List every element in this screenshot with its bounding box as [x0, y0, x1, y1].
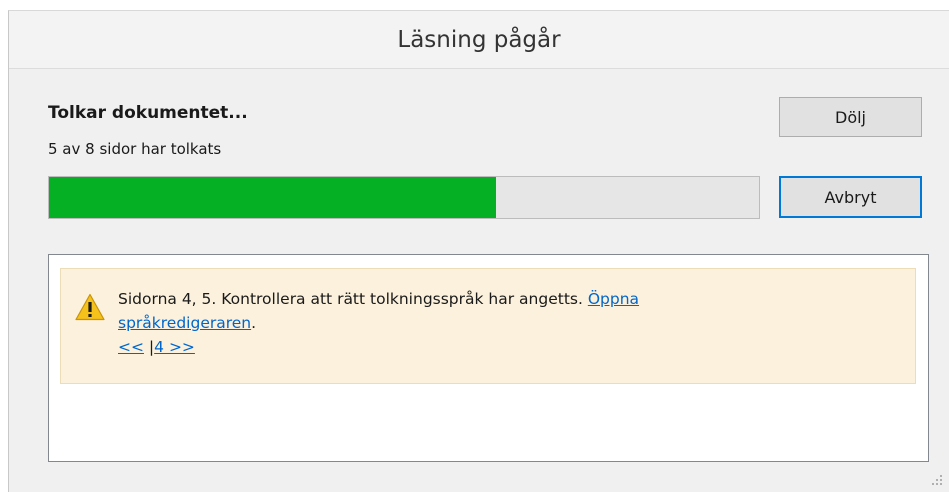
- previous-page-link[interactable]: <<: [118, 338, 144, 356]
- open-language-editor-link-part2[interactable]: språkredigeraren: [118, 314, 251, 332]
- progress-dialog: Läsning pågår Tolkar dokumentet... 5 av …: [8, 10, 949, 492]
- window-title: Läsning pågår: [397, 26, 561, 53]
- warning-message: Sidorna 4, 5. Kontrollera att rätt tolkn…: [60, 268, 916, 384]
- resize-grip-icon[interactable]: [931, 474, 943, 486]
- status-heading: Tolkar dokumentet...: [48, 103, 248, 123]
- dialog-content: Tolkar dokumentet... 5 av 8 sidor har to…: [9, 68, 949, 492]
- cancel-button[interactable]: Avbryt: [779, 176, 922, 218]
- warning-message-text: Sidorna 4, 5. Kontrollera att rätt tolkn…: [118, 290, 583, 308]
- next-page-link[interactable]: 4 >>: [154, 338, 195, 356]
- progress-bar: [48, 176, 760, 219]
- status-detail: 5 av 8 sidor har tolkats: [48, 140, 222, 158]
- title-bar[interactable]: Läsning pågår: [9, 11, 949, 68]
- warning-period: .: [251, 314, 257, 332]
- message-log[interactable]: Sidorna 4, 5. Kontrollera att rätt tolkn…: [48, 254, 929, 462]
- warning-text: Sidorna 4, 5. Kontrollera att rätt tolkn…: [118, 287, 878, 359]
- hide-button[interactable]: Dölj: [779, 97, 922, 137]
- progress-fill: [49, 177, 497, 218]
- open-language-editor-link-part1[interactable]: Öppna: [588, 290, 639, 308]
- warning-icon: [75, 293, 105, 321]
